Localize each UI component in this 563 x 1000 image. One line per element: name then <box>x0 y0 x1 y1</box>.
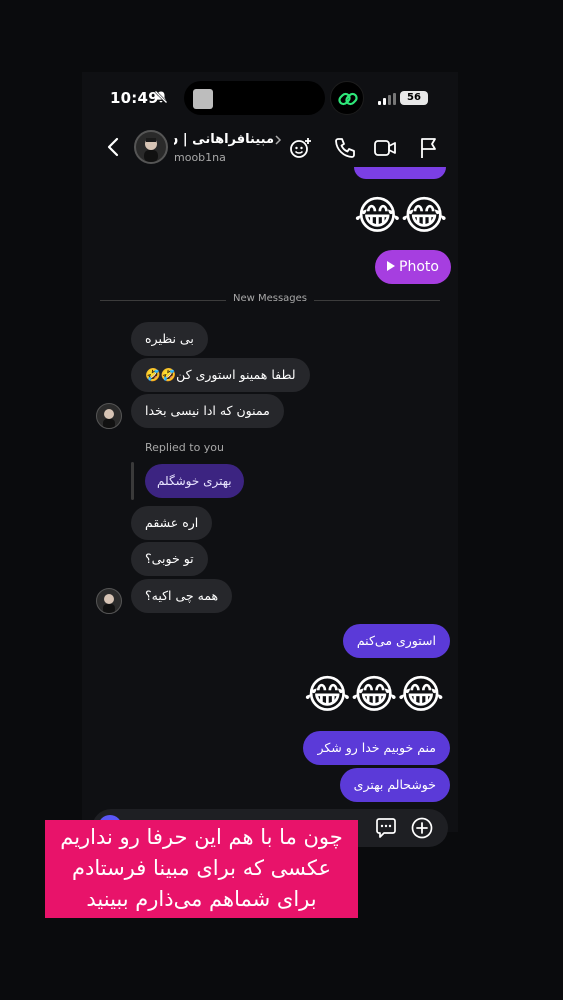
outgoing-message[interactable]: خوشحالم بهتری <box>339 768 450 802</box>
play-icon <box>387 261 396 271</box>
chevron-right-icon <box>275 135 282 145</box>
incoming-message[interactable]: اره عشقم <box>131 506 213 540</box>
phone-call-icon[interactable] <box>333 136 357 160</box>
caption-line: عکسی که برای مبینا فرستادم <box>72 856 331 880</box>
contact-name[interactable]: مبینافراهانی | ن... <box>174 132 274 147</box>
emoji-message[interactable]: 😂😂😂 <box>304 675 444 715</box>
contact-username: moob1na <box>174 151 226 164</box>
video-call-icon[interactable] <box>373 136 397 160</box>
new-messages-label: New Messages <box>226 293 314 304</box>
reply-quote-bubble[interactable]: بهتری خوشگلم <box>145 464 244 498</box>
battery-indicator: 56 <box>400 91 428 105</box>
add-plus-icon[interactable] <box>411 817 433 839</box>
incoming-message[interactable]: بی نظیره <box>131 322 208 356</box>
phone-screen: 10:49 56 مبینافراهانی | ن... moob1na <box>82 72 458 847</box>
caption-line: برای شماهم می‌ذارم ببینید <box>86 887 317 911</box>
link-icon <box>338 92 358 106</box>
incoming-message[interactable]: همه چی اکیه؟ <box>131 579 233 613</box>
reply-indicator-bar <box>131 462 134 500</box>
outgoing-message[interactable]: استوری می‌کنم <box>342 624 450 658</box>
status-time: 10:49 <box>110 89 159 107</box>
island-thumbnail-image <box>193 89 213 109</box>
effects-icon[interactable] <box>289 136 313 160</box>
outgoing-message[interactable]: منم خوبیم خدا رو شکر <box>303 731 450 765</box>
sticker-icon[interactable] <box>375 817 397 839</box>
incoming-message[interactable]: لطفا همینو استوری کن🤣🤣 <box>131 358 310 392</box>
bell-muted-icon <box>154 90 168 104</box>
caption-line: چون ما با هم این حرفا رو نداریم <box>60 825 343 849</box>
incoming-message[interactable]: ممنون که ادا نیسی بخدا <box>131 394 284 428</box>
previous-message-bubble <box>354 167 446 179</box>
back-arrow-icon[interactable] <box>104 136 122 158</box>
avatar[interactable] <box>134 130 168 164</box>
link-button[interactable] <box>330 81 364 115</box>
incoming-message[interactable]: تو خوبی؟ <box>131 542 208 576</box>
replied-to-you-label: Replied to you <box>145 441 225 454</box>
sender-avatar[interactable] <box>96 588 122 614</box>
photo-message-button[interactable]: Photo <box>375 250 451 284</box>
story-caption: چون ما با هم این حرفا رو نداریم عکسی که … <box>45 820 358 918</box>
sender-avatar[interactable] <box>96 403 122 429</box>
signal-icon <box>378 93 396 105</box>
emoji-message[interactable]: 😂😂 <box>354 196 447 236</box>
flag-icon[interactable] <box>417 136 441 160</box>
